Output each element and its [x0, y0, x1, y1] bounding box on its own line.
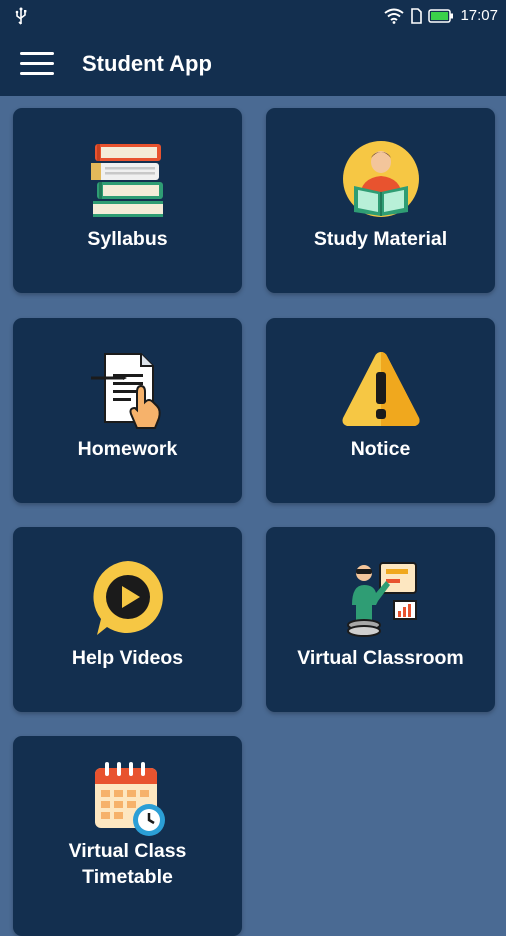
- tile-notice[interactable]: Notice: [266, 318, 495, 503]
- tile-label: Homework: [77, 438, 178, 460]
- menu-icon-line-bottom: [20, 72, 54, 75]
- tile-help-videos[interactable]: Help Videos: [13, 527, 242, 712]
- app-title: Student App: [82, 51, 212, 76]
- app-bar: Student App: [0, 32, 506, 96]
- reading-student-icon: [343, 141, 419, 217]
- virtual-classroom-icon: [347, 562, 417, 637]
- menu-icon-line-middle: [20, 62, 54, 65]
- tile-label: Help Videos: [71, 647, 184, 669]
- tile-label: Notice: [350, 438, 411, 460]
- status-time: 17:07: [460, 7, 498, 24]
- play-video-icon: [93, 561, 163, 635]
- menu-button[interactable]: [20, 50, 56, 78]
- battery-icon: [428, 9, 454, 23]
- homework-document-icon: [91, 353, 161, 429]
- tile-label: Virtual Class Timetable: [68, 840, 187, 888]
- status-icons: 17:07: [384, 6, 498, 26]
- warning-icon: [342, 352, 420, 426]
- tile-label: Study Material: [313, 228, 448, 250]
- tile-virtual-class-timetable[interactable]: Virtual Class Timetable: [13, 736, 242, 936]
- tile-homework[interactable]: Homework: [13, 318, 242, 503]
- sim-icon: [411, 8, 423, 24]
- books-icon: [91, 144, 163, 217]
- tile-label: Syllabus: [87, 228, 168, 250]
- tile-syllabus[interactable]: Syllabus: [13, 108, 242, 293]
- menu-icon-line-top: [20, 52, 54, 55]
- status-bar: 17:07: [0, 0, 506, 32]
- calendar-clock-icon: [95, 762, 165, 836]
- tile-virtual-classroom[interactable]: Virtual Classroom: [266, 527, 495, 712]
- wifi-icon: [384, 8, 405, 24]
- tile-label: Virtual Classroom: [297, 647, 464, 669]
- usb-icon: [15, 7, 27, 25]
- tile-study-material[interactable]: Study Material: [266, 108, 495, 293]
